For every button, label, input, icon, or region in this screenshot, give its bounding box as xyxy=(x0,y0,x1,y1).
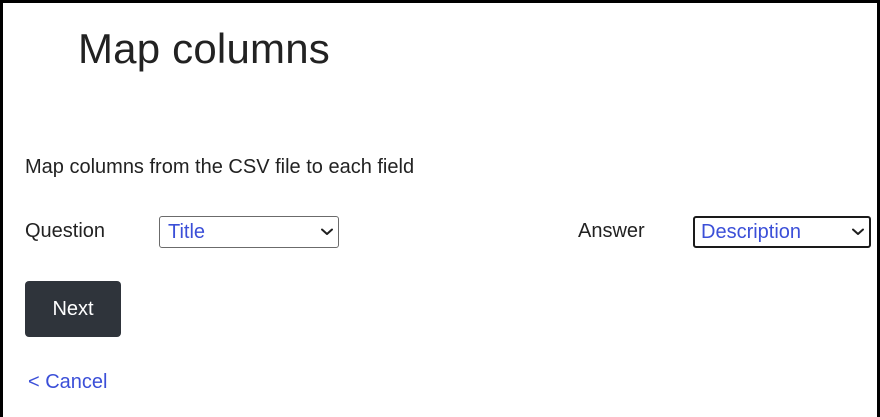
page-subtitle: Map columns from the CSV file to each fi… xyxy=(25,156,415,178)
chevron-down-icon xyxy=(847,218,869,246)
next-button[interactable]: Next xyxy=(25,281,121,337)
question-label: Question xyxy=(25,220,106,242)
cancel-link[interactable]: < Cancel xyxy=(28,371,108,394)
map-columns-page: Map columns Map columns from the CSV fil… xyxy=(0,0,880,417)
answer-select[interactable]: Description xyxy=(693,216,871,248)
question-select-value: Title xyxy=(168,220,206,243)
chevron-down-icon xyxy=(316,217,338,247)
answer-label: Answer xyxy=(578,220,645,242)
question-select[interactable]: Title xyxy=(159,216,339,248)
answer-select-value: Description xyxy=(701,220,802,243)
page-title: Map columns xyxy=(78,25,330,72)
